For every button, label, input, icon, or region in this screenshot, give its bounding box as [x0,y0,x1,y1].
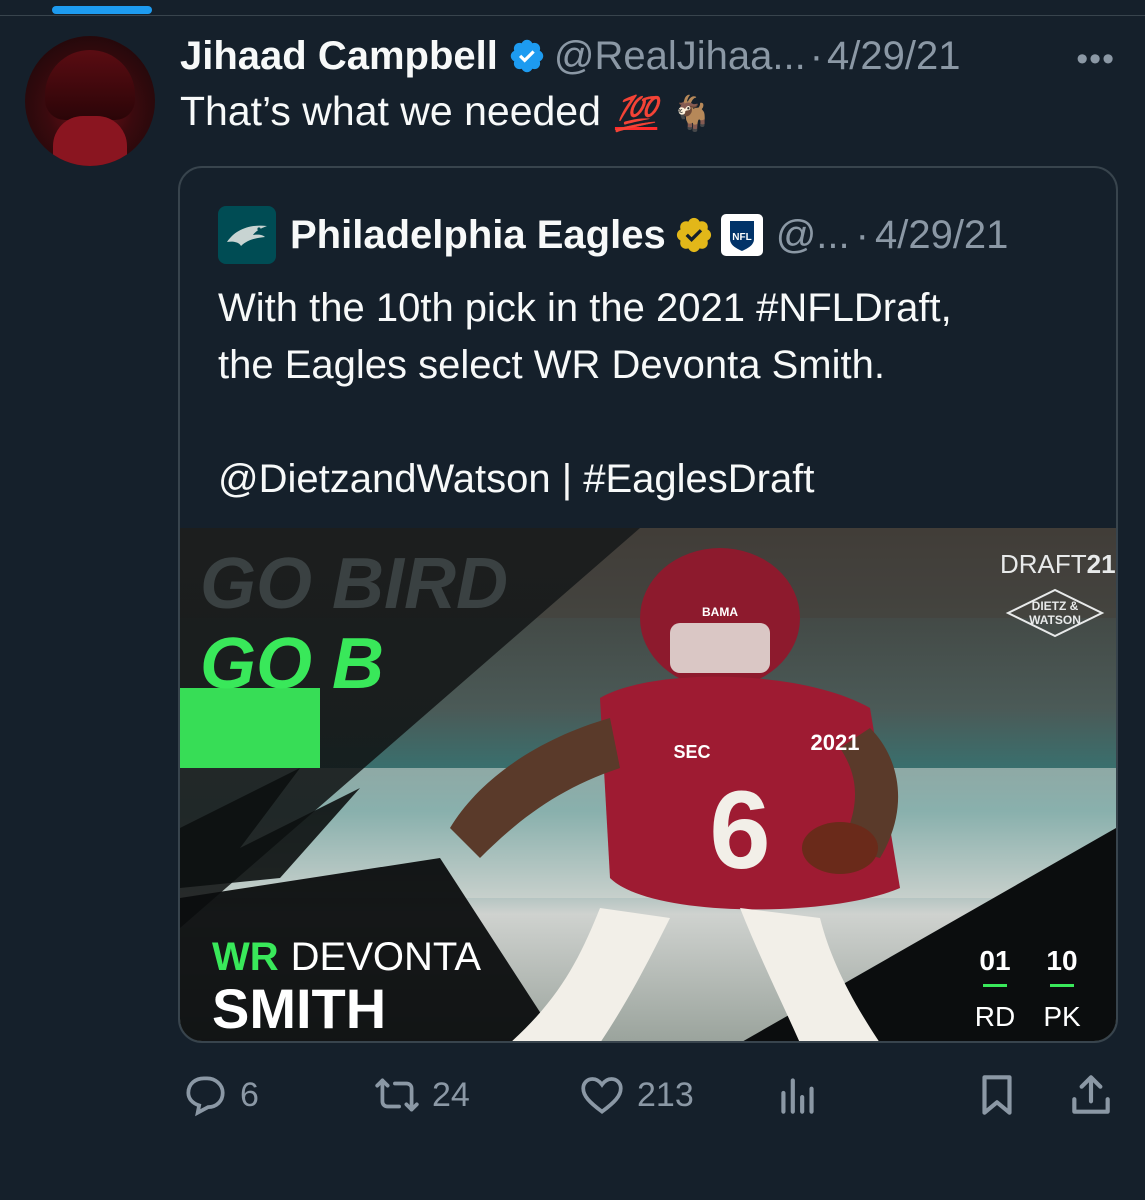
quoted-text-line: @DietzandWatson | #EaglesDraft [218,457,815,501]
goat-emoji-icon: 🐐 [671,95,714,133]
bookmark-button[interactable] [972,1070,1022,1120]
tab-indicator [52,6,152,14]
sponsor-name-line-2: WATSON [1029,613,1081,627]
jersey-number: 6 [709,769,770,892]
like-button[interactable]: 213 [577,1070,694,1120]
analytics-icon [781,1078,814,1114]
tweet-header: Jihaad Campbell @RealJihaa... · 4/29/21 [180,28,961,84]
quoted-text-line: With the 10th pick in the 2021 #NFLDraft… [218,286,952,330]
draft-graphic-image[interactable]: GO BIRD GO B BAMA 6 2021 SEC DRAFT21 DIE… [180,528,1116,1041]
verified-badge-icon [510,39,544,73]
background-slogan: GO BIRD [200,544,508,624]
retweet-button[interactable]: 24 [372,1070,470,1120]
player-first-line: WR DEVONTA [212,935,481,979]
bookmark-icon [982,1075,1012,1115]
round-underline [983,984,1007,987]
avatar[interactable] [25,36,155,166]
pick-number: 10 [1046,945,1077,976]
quoted-tweet-date[interactable]: 4/29/21 [875,213,1008,258]
quoted-author-handle[interactable]: @... [776,213,850,258]
facemask [670,623,770,673]
eagles-logo-avatar[interactable] [218,206,276,264]
retweet-icon [375,1078,419,1112]
quoted-separator-dot: · [855,212,869,257]
jersey-year-patch: 2021 [811,730,860,755]
action-bar: 6 24 213 [0,1060,1145,1130]
divider [0,15,1145,16]
conference-patch: SEC [673,742,710,762]
draft-graphic: GO BIRD GO B BAMA 6 2021 SEC DRAFT21 DIE… [180,528,1116,1041]
eagle-logo-icon [227,225,267,246]
heart-icon [581,1077,623,1115]
quoted-tweet-header: Philadelphia Eagles NFL @... · 4/29/21 [218,204,1008,266]
like-count: 213 [637,1075,694,1114]
views-button[interactable] [773,1070,823,1120]
reply-count: 6 [240,1075,259,1114]
quoted-text-line: the Eagles select WR Devonta Smith. [218,343,885,387]
more-options-icon[interactable]: ••• [1076,40,1115,79]
pick-underline [1050,984,1074,987]
tweet-body: That’s what we needed [180,88,601,134]
separator-dot: · [809,33,824,78]
quoted-text-line [218,394,952,451]
reply-button[interactable]: 6 [180,1070,259,1120]
nfl-badge-text: NFL [732,232,751,243]
quoted-tweet[interactable]: Philadelphia Eagles NFL @... · 4/29/21 W… [178,166,1118,1043]
tweet-date[interactable]: 4/29/21 [827,34,960,79]
share-icon [1072,1075,1110,1114]
round-number: 01 [979,945,1010,976]
author-name[interactable]: Jihaad Campbell [180,34,498,79]
nfl-affiliate-badge-icon: NFL [720,214,763,256]
football [802,822,878,874]
round-label: RD [975,1001,1015,1032]
background-slogan-green: GO B [200,624,384,704]
quoted-tweet-text: With the 10th pick in the 2021 #NFLDraft… [218,280,952,508]
retweet-count: 24 [432,1075,470,1114]
tweet-text: That’s what we needed 💯 🐐 [180,88,714,135]
avatar-helmet [45,50,135,120]
share-button[interactable] [1066,1070,1116,1120]
reply-icon [186,1076,225,1117]
hundred-emoji-icon: 💯 [614,95,658,133]
draft-brand: DRAFT21 [1000,549,1116,579]
pick-label: PK [1043,1001,1081,1032]
helmet-label: BAMA [702,605,738,619]
sponsor-name-line-1: DIETZ & [1032,599,1079,613]
tweet-page: Jihaad Campbell @RealJihaa... · 4/29/21 … [0,0,1145,1200]
avatar-jersey [53,116,127,166]
quoted-author-name[interactable]: Philadelphia Eagles [290,213,666,258]
gold-verified-badge-icon [676,217,711,253]
player-last-name: SMITH [212,977,386,1040]
author-handle[interactable]: @RealJihaa... [554,34,806,79]
